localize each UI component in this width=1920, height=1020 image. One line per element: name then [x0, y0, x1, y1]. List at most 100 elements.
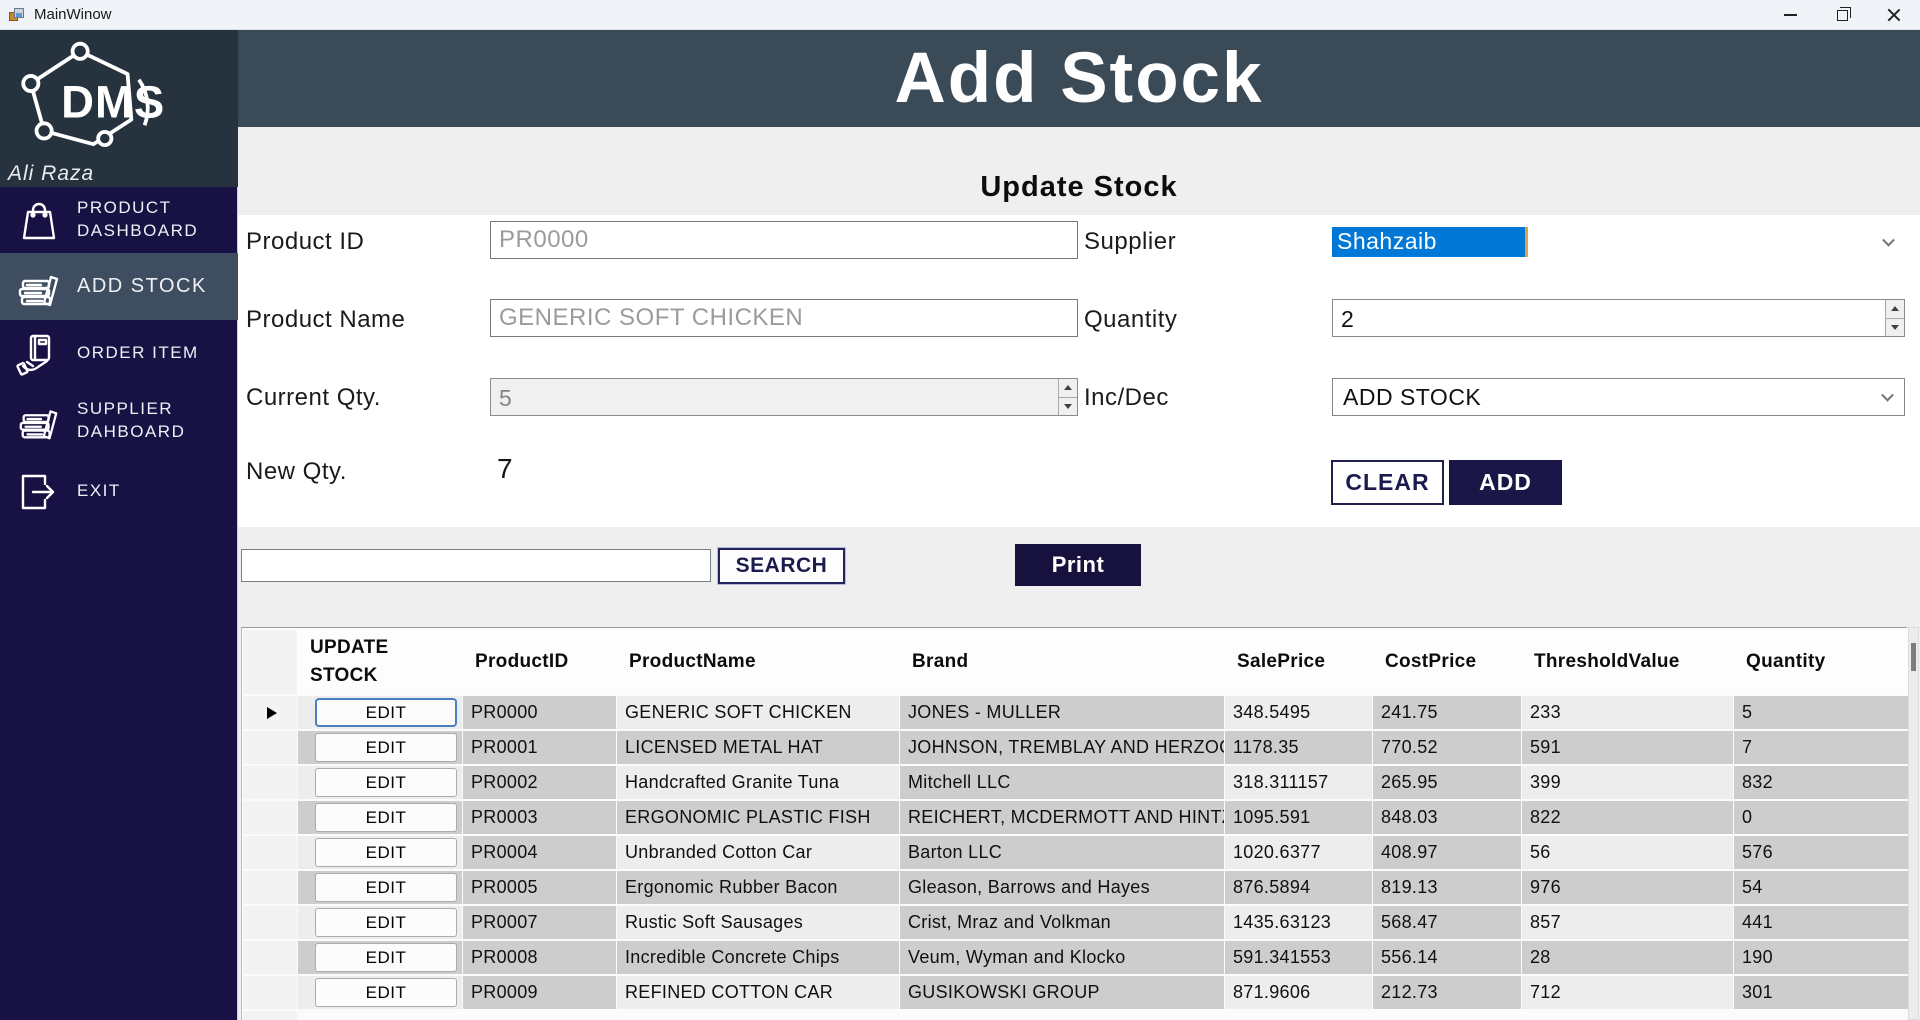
edit-button[interactable]: EDIT [315, 978, 457, 1007]
cell-productid: PR0008 [463, 941, 616, 974]
edit-button[interactable]: EDIT [315, 908, 457, 937]
cell-brand: JOHNSON, TREMBLAY AND HERZOG [900, 731, 1224, 764]
edit-button[interactable]: EDIT [315, 768, 457, 797]
row-header-cell[interactable] [243, 871, 297, 904]
book-stack-icon [14, 262, 64, 312]
cell-saleprice: 1435.63123 [1225, 906, 1372, 939]
inc-dec-combobox[interactable]: ADD STOCK [1332, 378, 1905, 416]
cell-saleprice: 1178.35 [1225, 731, 1372, 764]
product-id-label: Product ID [246, 228, 364, 256]
row-header-cell[interactable] [243, 696, 297, 729]
main-content: Update Stock Product ID Product Name Cur… [238, 127, 1920, 1020]
current-qty-spinner[interactable]: 5 [490, 378, 1078, 416]
table-row[interactable]: EDIT PR0004 Unbranded Cotton Car Barton … [243, 836, 1917, 869]
row-header-cell[interactable] [243, 906, 297, 939]
clear-button[interactable]: CLEAR [1331, 460, 1444, 505]
cell-threshold: 822 [1522, 801, 1733, 834]
chevron-down-icon [1882, 234, 1895, 247]
cell-quantity: 832 [1734, 766, 1917, 799]
table-row[interactable]: EDIT PR0003 ERGONOMIC PLASTIC FISH REICH… [243, 801, 1917, 834]
section-title: Update Stock [238, 171, 1920, 204]
cell-productid: PR0002 [463, 766, 616, 799]
row-header-cell[interactable] [243, 731, 297, 764]
table-row[interactable]: EDIT PR0000 GENERIC SOFT CHICKEN JONES -… [243, 696, 1917, 729]
column-header[interactable]: ProductID [463, 630, 616, 694]
cell-quantity: 441 [1734, 906, 1917, 939]
grid-vertical-scrollbar[interactable] [1908, 627, 1919, 1020]
spin-up-icon[interactable] [1059, 379, 1077, 398]
cell-quantity: 576 [1734, 836, 1917, 869]
table-row[interactable]: EDIT PR0005 Ergonomic Rubber Bacon Gleas… [243, 871, 1917, 904]
table-row[interactable]: EDIT PR0009 REFINED COTTON CAR GUSIKOWSK… [243, 976, 1917, 1009]
close-icon [1887, 8, 1901, 22]
quantity-spinner[interactable]: 2 [1332, 299, 1905, 337]
spin-down-icon[interactable] [1886, 319, 1904, 337]
cell-productname: Handcrafted Granite Tuna [617, 766, 899, 799]
scrollbar-thumb[interactable] [1911, 643, 1916, 671]
stock-data-grid[interactable]: UPDATE STOCK ProductID ProductName Brand… [241, 627, 1907, 1020]
table-row[interactable]: EDIT PR0002 Handcrafted Granite Tuna Mit… [243, 766, 1917, 799]
product-name-input[interactable] [490, 299, 1078, 337]
cell-saleprice: 871.9606 [1225, 976, 1372, 1009]
row-header-cell[interactable] [243, 976, 297, 1009]
column-header[interactable]: CostPrice [1373, 630, 1521, 694]
page-title: Add Stock [894, 38, 1263, 119]
search-button[interactable]: SEARCH [718, 548, 845, 584]
edit-button[interactable]: EDIT [315, 698, 457, 727]
column-header[interactable]: ProductName [617, 630, 899, 694]
cell-productname: Rustic Soft Sausages [617, 906, 899, 939]
edit-button[interactable]: EDIT [315, 803, 457, 832]
product-name-label: Product Name [246, 306, 405, 334]
table-row[interactable]: EDIT PR0001 LICENSED METAL HAT JOHNSON, … [243, 731, 1917, 764]
cell-threshold: 712 [1522, 976, 1733, 1009]
sidebar-item-add-stock[interactable]: ADD STOCK [0, 253, 238, 320]
cell-costprice: 568.47 [1373, 906, 1521, 939]
column-header[interactable]: ThresholdValue [1522, 630, 1733, 694]
user-label: Ali Raza [8, 162, 94, 186]
cell-quantity: 7 [1734, 731, 1917, 764]
sidebar-item-order-item[interactable]: ORDER ITEM [0, 320, 238, 387]
row-header-cell[interactable] [243, 766, 297, 799]
column-header[interactable]: UPDATE STOCK [298, 630, 462, 694]
column-header[interactable]: SalePrice [1225, 630, 1372, 694]
supplier-combobox[interactable]: Shahzaib Traders [1332, 227, 1905, 257]
title-bar: MainWinow [0, 0, 1920, 30]
cell-threshold: 976 [1522, 871, 1733, 904]
sidebar-logo-area: DMS Ali Raza [0, 30, 238, 187]
spin-down-icon[interactable] [1059, 398, 1077, 416]
column-header[interactable]: Brand [900, 630, 1224, 694]
sidebar-item-supplier-dashboard[interactable]: SUPPLIERDAHBOARD [0, 387, 238, 455]
sidebar-item-exit[interactable]: EXIT [0, 455, 238, 528]
cell-saleprice: 1095.591 [1225, 801, 1372, 834]
row-header-cell[interactable] [243, 801, 297, 834]
minimize-button[interactable] [1764, 0, 1816, 30]
table-row[interactable]: EDIT PR0008 Incredible Concrete Chips Ve… [243, 941, 1917, 974]
column-header[interactable]: Quantity [1734, 630, 1917, 694]
cell-saleprice: 318.311157 [1225, 766, 1372, 799]
sidebar-item-product-dashboard[interactable]: PRODUCTDASHBOARD [0, 187, 238, 253]
cell-quantity: 190 [1734, 941, 1917, 974]
add-button[interactable]: ADD [1449, 460, 1562, 505]
cell-productid: PR0003 [463, 801, 616, 834]
edit-button[interactable]: EDIT [315, 943, 457, 972]
edit-button[interactable]: EDIT [315, 838, 457, 867]
table-row[interactable]: EDIT PR0007 Rustic Soft Sausages Crist, … [243, 906, 1917, 939]
close-button[interactable] [1868, 0, 1920, 30]
current-qty-label: Current Qty. [246, 384, 381, 412]
cell-productid: PR0000 [463, 696, 616, 729]
search-input[interactable] [241, 549, 711, 582]
cell-costprice: 212.73 [1373, 976, 1521, 1009]
product-id-input[interactable] [490, 221, 1078, 259]
edit-button[interactable]: EDIT [315, 733, 457, 762]
print-button[interactable]: Print [1015, 544, 1141, 586]
edit-button[interactable]: EDIT [315, 873, 457, 902]
restore-button[interactable] [1816, 0, 1868, 30]
row-header-cell[interactable] [243, 836, 297, 869]
cell-threshold: 591 [1522, 731, 1733, 764]
inc-dec-label: Inc/Dec [1084, 384, 1169, 412]
new-qty-value: 7 [497, 453, 513, 485]
row-header-cell[interactable] [243, 941, 297, 974]
spin-up-icon[interactable] [1886, 300, 1904, 319]
cell-quantity: 5 [1734, 696, 1917, 729]
app-window: MainWinow DMS Ali Raza [0, 0, 1920, 1020]
